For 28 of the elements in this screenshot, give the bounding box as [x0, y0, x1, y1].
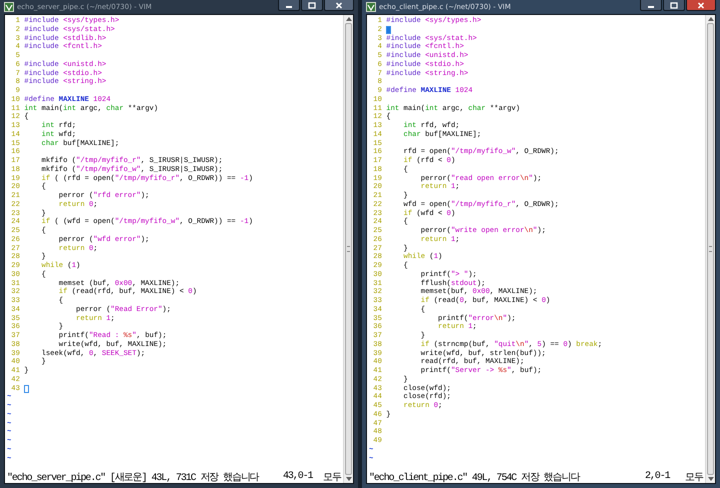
close-icon — [697, 2, 705, 8]
maximize-icon — [670, 2, 678, 8]
scrollbar-thumb[interactable] — [345, 23, 352, 475]
status-message: "echo_client_pipe.c" 49L, 754C 저장 했습니다 — [369, 472, 581, 484]
close-button[interactable] — [686, 0, 716, 11]
maximize-button[interactable] — [663, 0, 685, 11]
scrollbar-thumb[interactable] — [707, 23, 714, 475]
scrollbar[interactable] — [705, 15, 715, 483]
grip-icon — [347, 246, 350, 252]
status-message: "echo_server_pipe.c" [새로운] 43L, 731C 저장 했습니다 — [7, 472, 260, 484]
scroll-position: 모두 — [685, 472, 703, 484]
cursor-position: 2,0-1 — [645, 471, 672, 482]
maximize-icon — [308, 2, 316, 8]
minimize-button[interactable] — [278, 0, 300, 11]
close-button[interactable] — [324, 0, 354, 11]
scroll-up-icon[interactable] — [346, 17, 352, 21]
vim-app-icon — [366, 2, 376, 12]
close-icon — [335, 2, 343, 8]
scroll-up-icon[interactable] — [708, 17, 714, 21]
maximize-button[interactable] — [301, 0, 323, 11]
scrollbar[interactable] — [343, 15, 353, 483]
cursor-position: 43,0-1 — [283, 471, 314, 482]
scroll-position: 모두 — [323, 472, 341, 484]
scroll-down-icon[interactable] — [708, 477, 714, 481]
grip-icon — [709, 246, 712, 252]
minimize-button[interactable] — [640, 0, 662, 11]
vim-app-icon — [4, 2, 14, 12]
scroll-down-icon[interactable] — [346, 477, 352, 481]
